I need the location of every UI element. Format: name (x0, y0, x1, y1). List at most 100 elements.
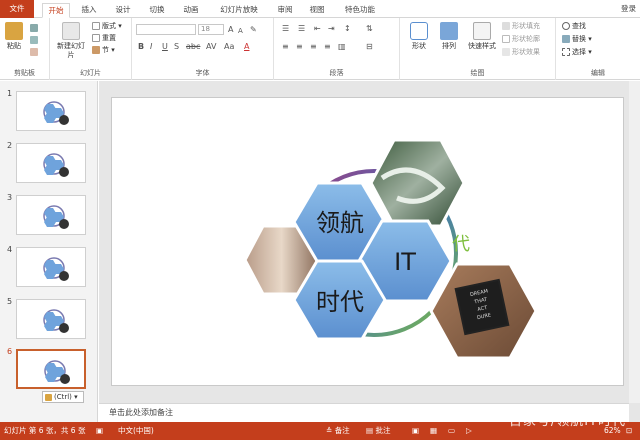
thumb-number: 4 (7, 245, 13, 254)
group-paragraph: ☰ ☰ ⇤ ⇥ ↕ ⇅ ≡ ≡ ≡ ≡ ▥ ⊟ 段落 (274, 18, 400, 80)
indent-increase-icon[interactable]: ⇥ (328, 24, 335, 34)
comments-toggle-button[interactable]: ▤ 批注 (366, 422, 390, 440)
scissors-icon (30, 24, 38, 32)
slide-canvas[interactable]: 代 领航 时代 IT DREAM THAT ACT DURE (111, 97, 624, 386)
tab-transitions[interactable]: 切换 (146, 3, 168, 18)
shadow-icon[interactable]: S (174, 42, 179, 52)
tab-home[interactable]: 开始 (42, 3, 70, 18)
slide-thumbnail-2[interactable] (16, 143, 86, 183)
shrink-font-icon[interactable]: A (238, 26, 243, 36)
hex-it-text: IT (394, 248, 416, 276)
grow-font-icon[interactable]: A (228, 25, 233, 35)
tab-insert[interactable]: 插入 (78, 3, 100, 18)
tab-design[interactable]: 设计 (112, 3, 134, 18)
columns-icon[interactable]: ▥ (338, 42, 346, 52)
thumbnail-graphic (43, 205, 69, 229)
align-right-icon[interactable]: ≡ (310, 42, 317, 52)
strikethrough-icon[interactable]: abc (186, 42, 200, 52)
tab-animations[interactable]: 动画 (180, 3, 202, 18)
quick-styles-button[interactable]: 快速样式 (464, 22, 500, 51)
tab-review[interactable]: 审阅 (274, 3, 296, 18)
arrange-button[interactable]: 排列 (436, 22, 462, 51)
paste-options-button[interactable]: (Ctrl) ▾ (42, 391, 84, 403)
align-left-icon[interactable]: ≡ (282, 42, 289, 52)
decorative-glyph: 代 (452, 234, 470, 255)
numbering-icon[interactable]: ☰ (298, 24, 305, 34)
sorter-view-icon[interactable]: ▦ (430, 422, 437, 440)
italic-icon[interactable]: I (150, 42, 152, 52)
slide-thumbnail-5[interactable] (16, 299, 86, 339)
tab-slideshow[interactable]: 幻灯片放映 (214, 3, 264, 18)
thumb-number-selected: 6 (7, 347, 13, 356)
group-drawing: 形状 排列 快速样式 形状填充 形状轮廓 形状效果 绘图 (400, 18, 556, 80)
arrange-icon (440, 22, 458, 40)
group-editing: 查找 替换 ▾ 选择 ▾ 编辑 (556, 18, 640, 80)
font-label: 字体 (195, 69, 210, 77)
hex-shidai-text: 时代 (316, 288, 364, 316)
language-status[interactable]: 中文(中国) (118, 422, 154, 440)
reset-button[interactable]: 重置 (92, 34, 116, 43)
fit-slide-icon[interactable]: ⊡ (626, 422, 632, 440)
bold-icon[interactable]: B (138, 42, 144, 52)
clear-format-icon[interactable]: ✎ (250, 25, 257, 35)
replace-button[interactable]: 替换 ▾ (562, 35, 592, 44)
slide-thumbnail-1[interactable] (16, 91, 86, 131)
new-slide-button[interactable]: 新建幻灯片 (56, 22, 86, 60)
slide-thumbnail-3[interactable] (16, 195, 86, 235)
bullets-icon[interactable]: ☰ (282, 24, 289, 34)
paste-button[interactable]: 粘贴 (3, 22, 25, 51)
clipboard-icon (45, 393, 52, 401)
case-icon[interactable]: Aa (224, 42, 234, 52)
outline-icon (502, 35, 510, 43)
shape-effects-button[interactable]: 形状效果 (502, 48, 540, 57)
text-direction-icon[interactable]: ⇅ (366, 24, 373, 34)
tab-file[interactable]: 文件 (0, 0, 34, 18)
ribbon: 粘贴 剪贴板 新建幻灯片 版式 ▾ 重置 节 ▾ 幻灯片 18 A A ✎ B … (0, 18, 640, 80)
login-link[interactable]: 登录 (621, 3, 636, 14)
brush-icon (30, 48, 38, 56)
font-name-field[interactable] (136, 24, 196, 35)
justify-icon[interactable]: ≡ (324, 42, 331, 52)
copy-button[interactable] (30, 36, 40, 45)
select-button[interactable]: 选择 ▾ (562, 48, 592, 57)
spellcheck-icon[interactable]: ▣ (96, 422, 103, 440)
line-spacing-icon[interactable]: ↕ (344, 24, 351, 34)
thumbnail-graphic (44, 360, 70, 384)
shape-fill-button[interactable]: 形状填充 (502, 22, 540, 31)
reading-view-icon[interactable]: ▭ (448, 422, 455, 440)
thumb-number: 3 (7, 193, 13, 202)
underline-icon[interactable]: U (162, 42, 168, 52)
photo-hex-garden (369, 138, 466, 228)
quick-styles-icon (473, 22, 491, 40)
shapes-button[interactable]: 形状 (406, 22, 432, 51)
slideshow-view-icon[interactable]: ▷ (466, 422, 472, 440)
vertical-scrollbar[interactable] (629, 81, 640, 403)
normal-view-icon[interactable]: ▣ (412, 422, 419, 440)
thumbnail-graphic (43, 101, 69, 125)
thumb-number: 5 (7, 297, 13, 306)
align-text-icon[interactable]: ⊟ (366, 42, 373, 52)
slide-thumbnail-6[interactable] (16, 349, 86, 389)
section-button[interactable]: 节 ▾ (92, 46, 115, 55)
font-color-icon[interactable]: A (244, 42, 249, 52)
section-icon (92, 46, 100, 54)
spacing-icon[interactable]: AV (206, 42, 216, 52)
layout-button[interactable]: 版式 ▾ (92, 22, 122, 31)
effects-icon (502, 48, 510, 56)
find-button[interactable]: 查找 (562, 22, 586, 31)
shape-outline-button[interactable]: 形状轮廓 (502, 35, 540, 44)
tab-view[interactable]: 视图 (306, 3, 328, 18)
slide-thumbnail-4[interactable] (16, 247, 86, 287)
font-size-field[interactable]: 18 (198, 24, 224, 35)
copy-icon (30, 36, 38, 44)
align-center-icon[interactable]: ≡ (296, 42, 303, 52)
notes-toggle-button[interactable]: ≙ 备注 (326, 422, 350, 440)
paste-icon (5, 22, 23, 40)
cut-button[interactable] (30, 24, 40, 33)
thumb-number: 2 (7, 141, 13, 150)
format-painter-button[interactable] (30, 48, 40, 57)
thumb-number: 1 (7, 89, 13, 98)
indent-decrease-icon[interactable]: ⇤ (314, 24, 321, 34)
tab-special[interactable]: 特色功能 (340, 3, 380, 18)
reset-icon (92, 34, 100, 42)
